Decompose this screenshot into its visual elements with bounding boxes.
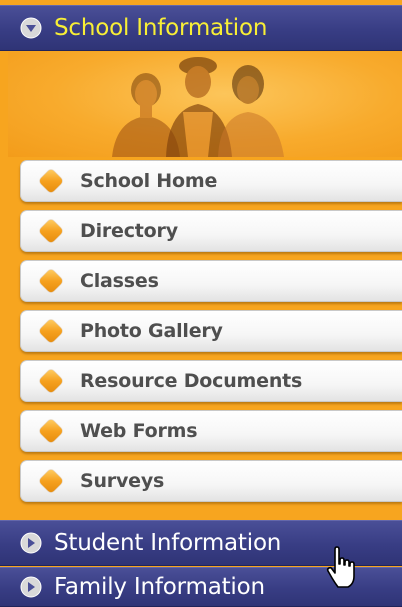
school-information-menu: School Home Directory Classes Photo Gall… [20, 160, 402, 510]
student-information-label: Student Information [54, 530, 282, 556]
chevron-down-circle-icon [20, 17, 42, 39]
chevron-right-circle-icon [20, 532, 42, 554]
orange-diamond-bullet-icon [38, 268, 64, 294]
menu-item-web-forms[interactable]: Web Forms [20, 410, 402, 452]
menu-item-label: Web Forms [80, 420, 198, 442]
orange-diamond-bullet-icon [38, 368, 64, 394]
chevron-right-circle-icon [20, 576, 42, 598]
staff-photo-banner [8, 52, 402, 157]
family-information-label: Family Information [54, 574, 265, 600]
menu-item-directory[interactable]: Directory [20, 210, 402, 252]
menu-item-school-home[interactable]: School Home [20, 160, 402, 202]
orange-diamond-bullet-icon [38, 168, 64, 194]
menu-item-label: Photo Gallery [80, 320, 223, 342]
menu-item-label: Directory [80, 220, 178, 242]
orange-diamond-bullet-icon [38, 318, 64, 344]
school-information-label: School Information [54, 15, 268, 41]
menu-item-surveys[interactable]: Surveys [20, 460, 402, 502]
school-information-header[interactable]: School Information [0, 5, 402, 51]
menu-item-label: Surveys [80, 470, 165, 492]
navigation-panel: School Information School Home Directory… [0, 0, 402, 607]
menu-item-label: Classes [80, 270, 159, 292]
menu-item-photo-gallery[interactable]: Photo Gallery [20, 310, 402, 352]
orange-diamond-bullet-icon [38, 468, 64, 494]
staff-photo [112, 57, 284, 157]
menu-item-classes[interactable]: Classes [20, 260, 402, 302]
menu-item-resource-documents[interactable]: Resource Documents [20, 360, 402, 402]
menu-item-label: Resource Documents [80, 370, 303, 392]
orange-diamond-bullet-icon [38, 218, 64, 244]
hand-pointer-cursor-icon [326, 546, 355, 588]
orange-diamond-bullet-icon [38, 418, 64, 444]
menu-item-label: School Home [80, 170, 218, 192]
